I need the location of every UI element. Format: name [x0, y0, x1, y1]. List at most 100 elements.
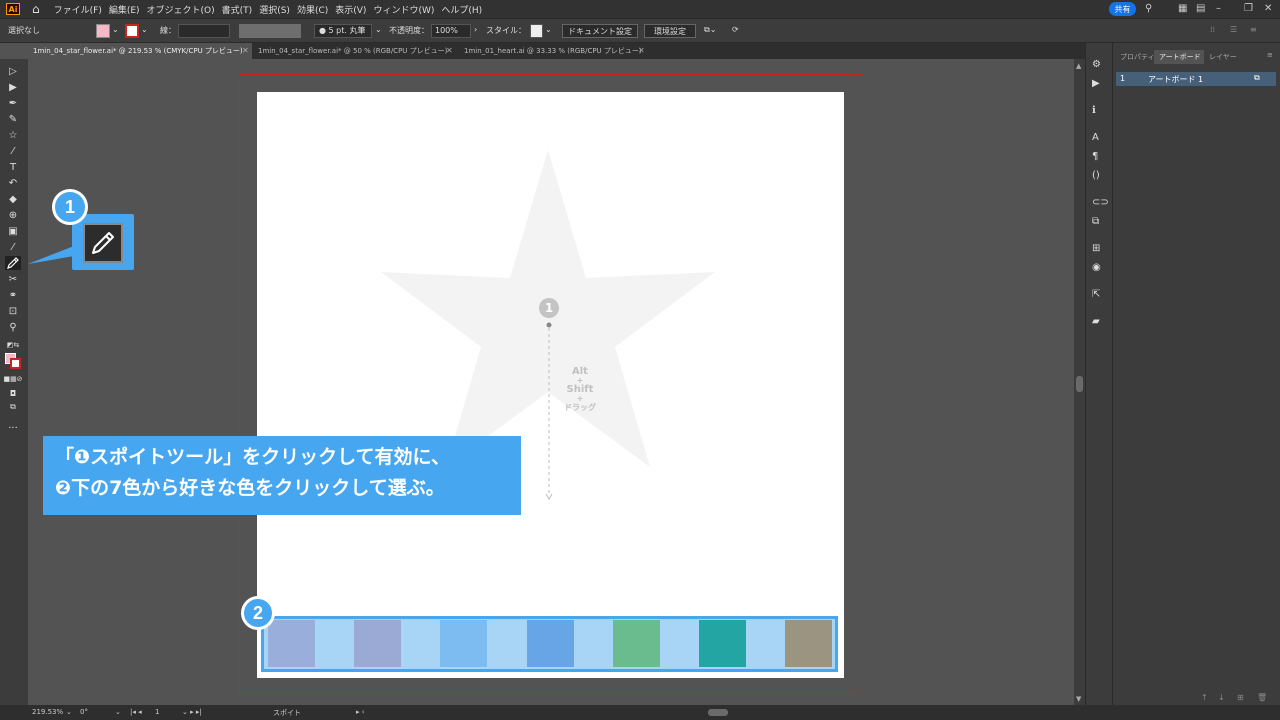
first-artboard-icon[interactable]: |◂ ◂ [130, 708, 142, 716]
color-swatch-1[interactable] [268, 620, 315, 667]
mesh-tool-icon[interactable]: ⁄ [5, 240, 21, 254]
zoom-dropdown-icon[interactable]: ⌄ [66, 708, 72, 716]
opacity-field[interactable]: 100% [431, 24, 471, 38]
panel-menu-icon[interactable]: ≡ [1250, 25, 1257, 34]
delete-artboard-icon[interactable]: 🗑 [1257, 693, 1267, 702]
color-mode-icon[interactable]: ■▦⊘ [3, 372, 22, 386]
menu-help[interactable]: ヘルプ(H) [441, 3, 482, 16]
menu-type[interactable]: 書式(T) [222, 3, 253, 16]
eraser-tool-icon[interactable]: ◆ [5, 192, 21, 206]
appearance-icon[interactable]: ⚙ [1092, 59, 1101, 70]
zoom-level[interactable]: 219.53% [32, 708, 63, 716]
opacity-arrow-icon[interactable]: › [474, 25, 477, 34]
character-icon[interactable]: A [1092, 132, 1099, 143]
artboard[interactable]: 1 Alt + Shift + ドラッグ [257, 92, 844, 678]
selection-tool-icon[interactable]: ▷ [5, 64, 21, 78]
comments-icon[interactable]: ▰ [1092, 316, 1100, 327]
color-swatch-4[interactable] [527, 620, 574, 667]
menu-object[interactable]: オブジェクト(O) [147, 3, 215, 16]
tab-close-icon[interactable]: ✕ [638, 46, 645, 55]
search-icon[interactable]: ⚲ [1145, 3, 1152, 14]
scroll-down-icon[interactable]: ▼ [1076, 695, 1081, 703]
new-artboard-icon[interactable]: ⊞ [1237, 693, 1244, 702]
stroke-swatch[interactable] [125, 24, 139, 38]
info-icon[interactable]: ℹ [1092, 105, 1096, 116]
symbol-sprayer-tool-icon[interactable]: ⚭ [5, 288, 21, 302]
menu-grid-icon[interactable]: ☰ [1230, 25, 1237, 34]
screen-mode-icon[interactable]: ⧉ [5, 400, 21, 414]
artboard-options-icon[interactable]: ⧉ [1254, 73, 1260, 83]
blend-tool-icon[interactable]: ✂ [5, 272, 21, 286]
rotation-dropdown-icon[interactable]: ⌄ [115, 708, 121, 716]
transform-icon[interactable]: ⊞ [1092, 243, 1100, 254]
gradient-tool-icon[interactable]: ▣ [5, 224, 21, 238]
curvature-tool-icon[interactable]: ✎ [5, 112, 21, 126]
tab-layers[interactable]: レイヤー [1209, 52, 1237, 62]
asset-export-icon[interactable]: ⇱ [1092, 289, 1100, 300]
align-icon[interactable]: ⁞⁞ [1210, 25, 1215, 34]
recolor-icon[interactable]: ⟳ [732, 25, 739, 34]
preferences-button[interactable]: 環境設定 [644, 24, 696, 38]
style-swatch[interactable] [530, 24, 543, 38]
share-button[interactable]: 共有 [1109, 2, 1136, 16]
artboard-number[interactable]: 1 [155, 708, 159, 716]
document-settings-button[interactable]: ドキュメント設定 [562, 24, 638, 38]
minimize-icon[interactable]: – [1216, 3, 1221, 14]
arrange-documents-icon[interactable]: ⧉⌄ [704, 25, 716, 35]
panel-menu-icon[interactable]: ≡ [1267, 51, 1273, 59]
style-dropdown-icon[interactable]: ⌄ [545, 25, 552, 34]
fill-dropdown-icon[interactable]: ⌄ [112, 25, 119, 34]
pen-tool-icon[interactable]: ✒ [5, 96, 21, 110]
tab-properties[interactable]: プロパティ [1120, 52, 1155, 62]
menu-view[interactable]: 表示(V) [335, 3, 366, 16]
rotate-tool-icon[interactable]: ↶ [5, 176, 21, 190]
tab-close-icon[interactable]: ✕ [446, 46, 453, 55]
tab-star-flower-cmyk[interactable]: 1min_04_star_flower.ai* @ 219.53 % (CMYK… [28, 43, 252, 59]
scroll-thumb[interactable] [1076, 376, 1083, 392]
more-tools-icon[interactable]: ··· [5, 421, 21, 435]
artboard-tool-icon[interactable]: ⊡ [5, 304, 21, 318]
menu-file[interactable]: ファイル(F) [54, 3, 102, 16]
menu-edit[interactable]: 編集(E) [109, 3, 140, 16]
color-swatch-6[interactable] [699, 620, 746, 667]
type-tool-icon[interactable]: T [5, 160, 21, 174]
fill-swatch[interactable] [96, 24, 110, 38]
rotation-value[interactable]: 0° [80, 708, 88, 716]
stroke-dropdown-icon[interactable]: ⌄ [141, 25, 148, 34]
eyedropper-tool-icon[interactable] [5, 256, 21, 270]
brush-dropdown-icon[interactable]: ⌄ [375, 25, 382, 34]
menu-window[interactable]: ウィンドウ(W) [373, 3, 434, 16]
export-icon[interactable]: ⧉ [1092, 216, 1099, 227]
horizontal-scroll-thumb[interactable] [708, 709, 728, 716]
menu-select[interactable]: 選択(S) [259, 3, 290, 16]
opentype-icon[interactable]: () [1092, 170, 1100, 181]
move-down-icon[interactable]: ↓ [1218, 693, 1225, 702]
tab-close-icon[interactable]: ✕ [242, 46, 249, 55]
pathfinder-icon[interactable]: ◉ [1092, 262, 1101, 273]
vertical-scrollbar[interactable]: ▲ ▼ [1074, 59, 1085, 705]
draw-mode-icon[interactable]: ◘ [5, 386, 21, 400]
paragraph-icon[interactable]: ¶ [1092, 151, 1098, 162]
default-colors-icon[interactable]: ◩⇆ [5, 338, 21, 352]
brush-definition[interactable]: ● 5 pt. 丸筆 [314, 24, 372, 38]
status-arrow-icon[interactable]: ▸ ‹ [356, 708, 365, 716]
color-swatch-7[interactable] [785, 620, 832, 667]
direct-selection-tool-icon[interactable]: ▶ [5, 80, 21, 94]
maximize-icon[interactable]: ❐ [1244, 3, 1253, 14]
paintbrush-tool-icon[interactable]: ⁄ [5, 144, 21, 158]
workspace-icon[interactable]: ▤ [1196, 3, 1205, 14]
scroll-up-icon[interactable]: ▲ [1076, 62, 1081, 70]
tab-star-flower-rgb[interactable]: 1min_04_star_flower.ai* @ 50 % (RGB/CPU … [253, 43, 458, 59]
next-artboard-icon[interactable]: ⌄ ▸ ▸| [182, 708, 202, 716]
home-icon[interactable]: ⌂ [32, 2, 40, 16]
artboard-row[interactable]: 1 アートボード 1 ⧉ [1116, 72, 1276, 86]
stroke-weight-field[interactable] [178, 24, 230, 38]
actions-icon[interactable]: ▶ [1092, 78, 1100, 89]
close-icon[interactable]: ✕ [1264, 3, 1272, 14]
variable-width-profile[interactable] [239, 24, 301, 38]
color-swatch-3[interactable] [440, 620, 487, 667]
tab-artboards[interactable]: アートボード [1159, 52, 1201, 62]
links-icon[interactable]: ⊂⊃ [1092, 197, 1109, 208]
tab-heart[interactable]: 1min_01_heart.ai @ 33.33 % (RGB/CPU プレビュ… [459, 43, 649, 59]
color-swatch-5[interactable] [613, 620, 660, 667]
